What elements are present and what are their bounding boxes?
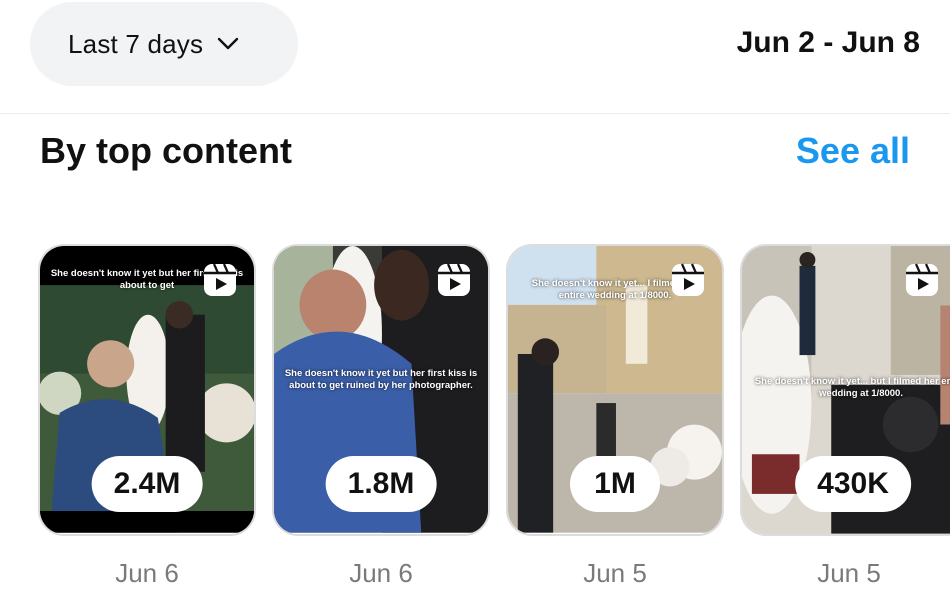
reel-icon [204,263,236,296]
post-date: Jun 5 [583,558,647,588]
top-content-list: She doesn't know it yet but her first ki… [38,244,950,608]
views-count: 2.4M [91,456,203,512]
date-range-text: Jun 2 - Jun 8 [736,26,920,59]
post-caption: She doesn't know it yet... but I filmed … [754,376,950,399]
top-bar: Last 7 days Jun 2 - Jun 8 [0,0,950,112]
content-card[interactable]: She doesn't know it yet but her first ki… [272,244,490,536]
date-range-dropdown-label: Last 7 days [68,28,204,59]
date-range-dropdown[interactable]: Last 7 days [30,2,298,86]
content-card[interactable]: She doesn't know it yet... but I filmed … [740,244,950,536]
post-caption: She doesn't know it yet but her first ki… [284,368,478,391]
see-all-link[interactable]: See all [796,130,910,172]
content-card[interactable]: She doesn't know it yet but her first ki… [38,244,256,536]
post-date: Jun 6 [349,558,413,588]
reel-icon [438,263,470,296]
content-card[interactable]: She doesn't know it yet... I filmed her … [506,244,724,536]
post-date: Jun 5 [817,558,881,588]
divider [0,113,950,114]
chevron-down-icon [217,37,239,50]
views-count: 430K [795,456,911,512]
reel-icon [906,263,938,296]
reel-icon [672,263,704,296]
views-count: 1M [570,456,660,512]
section-title: By top content [40,130,292,171]
post-date: Jun 6 [115,558,179,588]
views-count: 1.8M [325,456,437,512]
